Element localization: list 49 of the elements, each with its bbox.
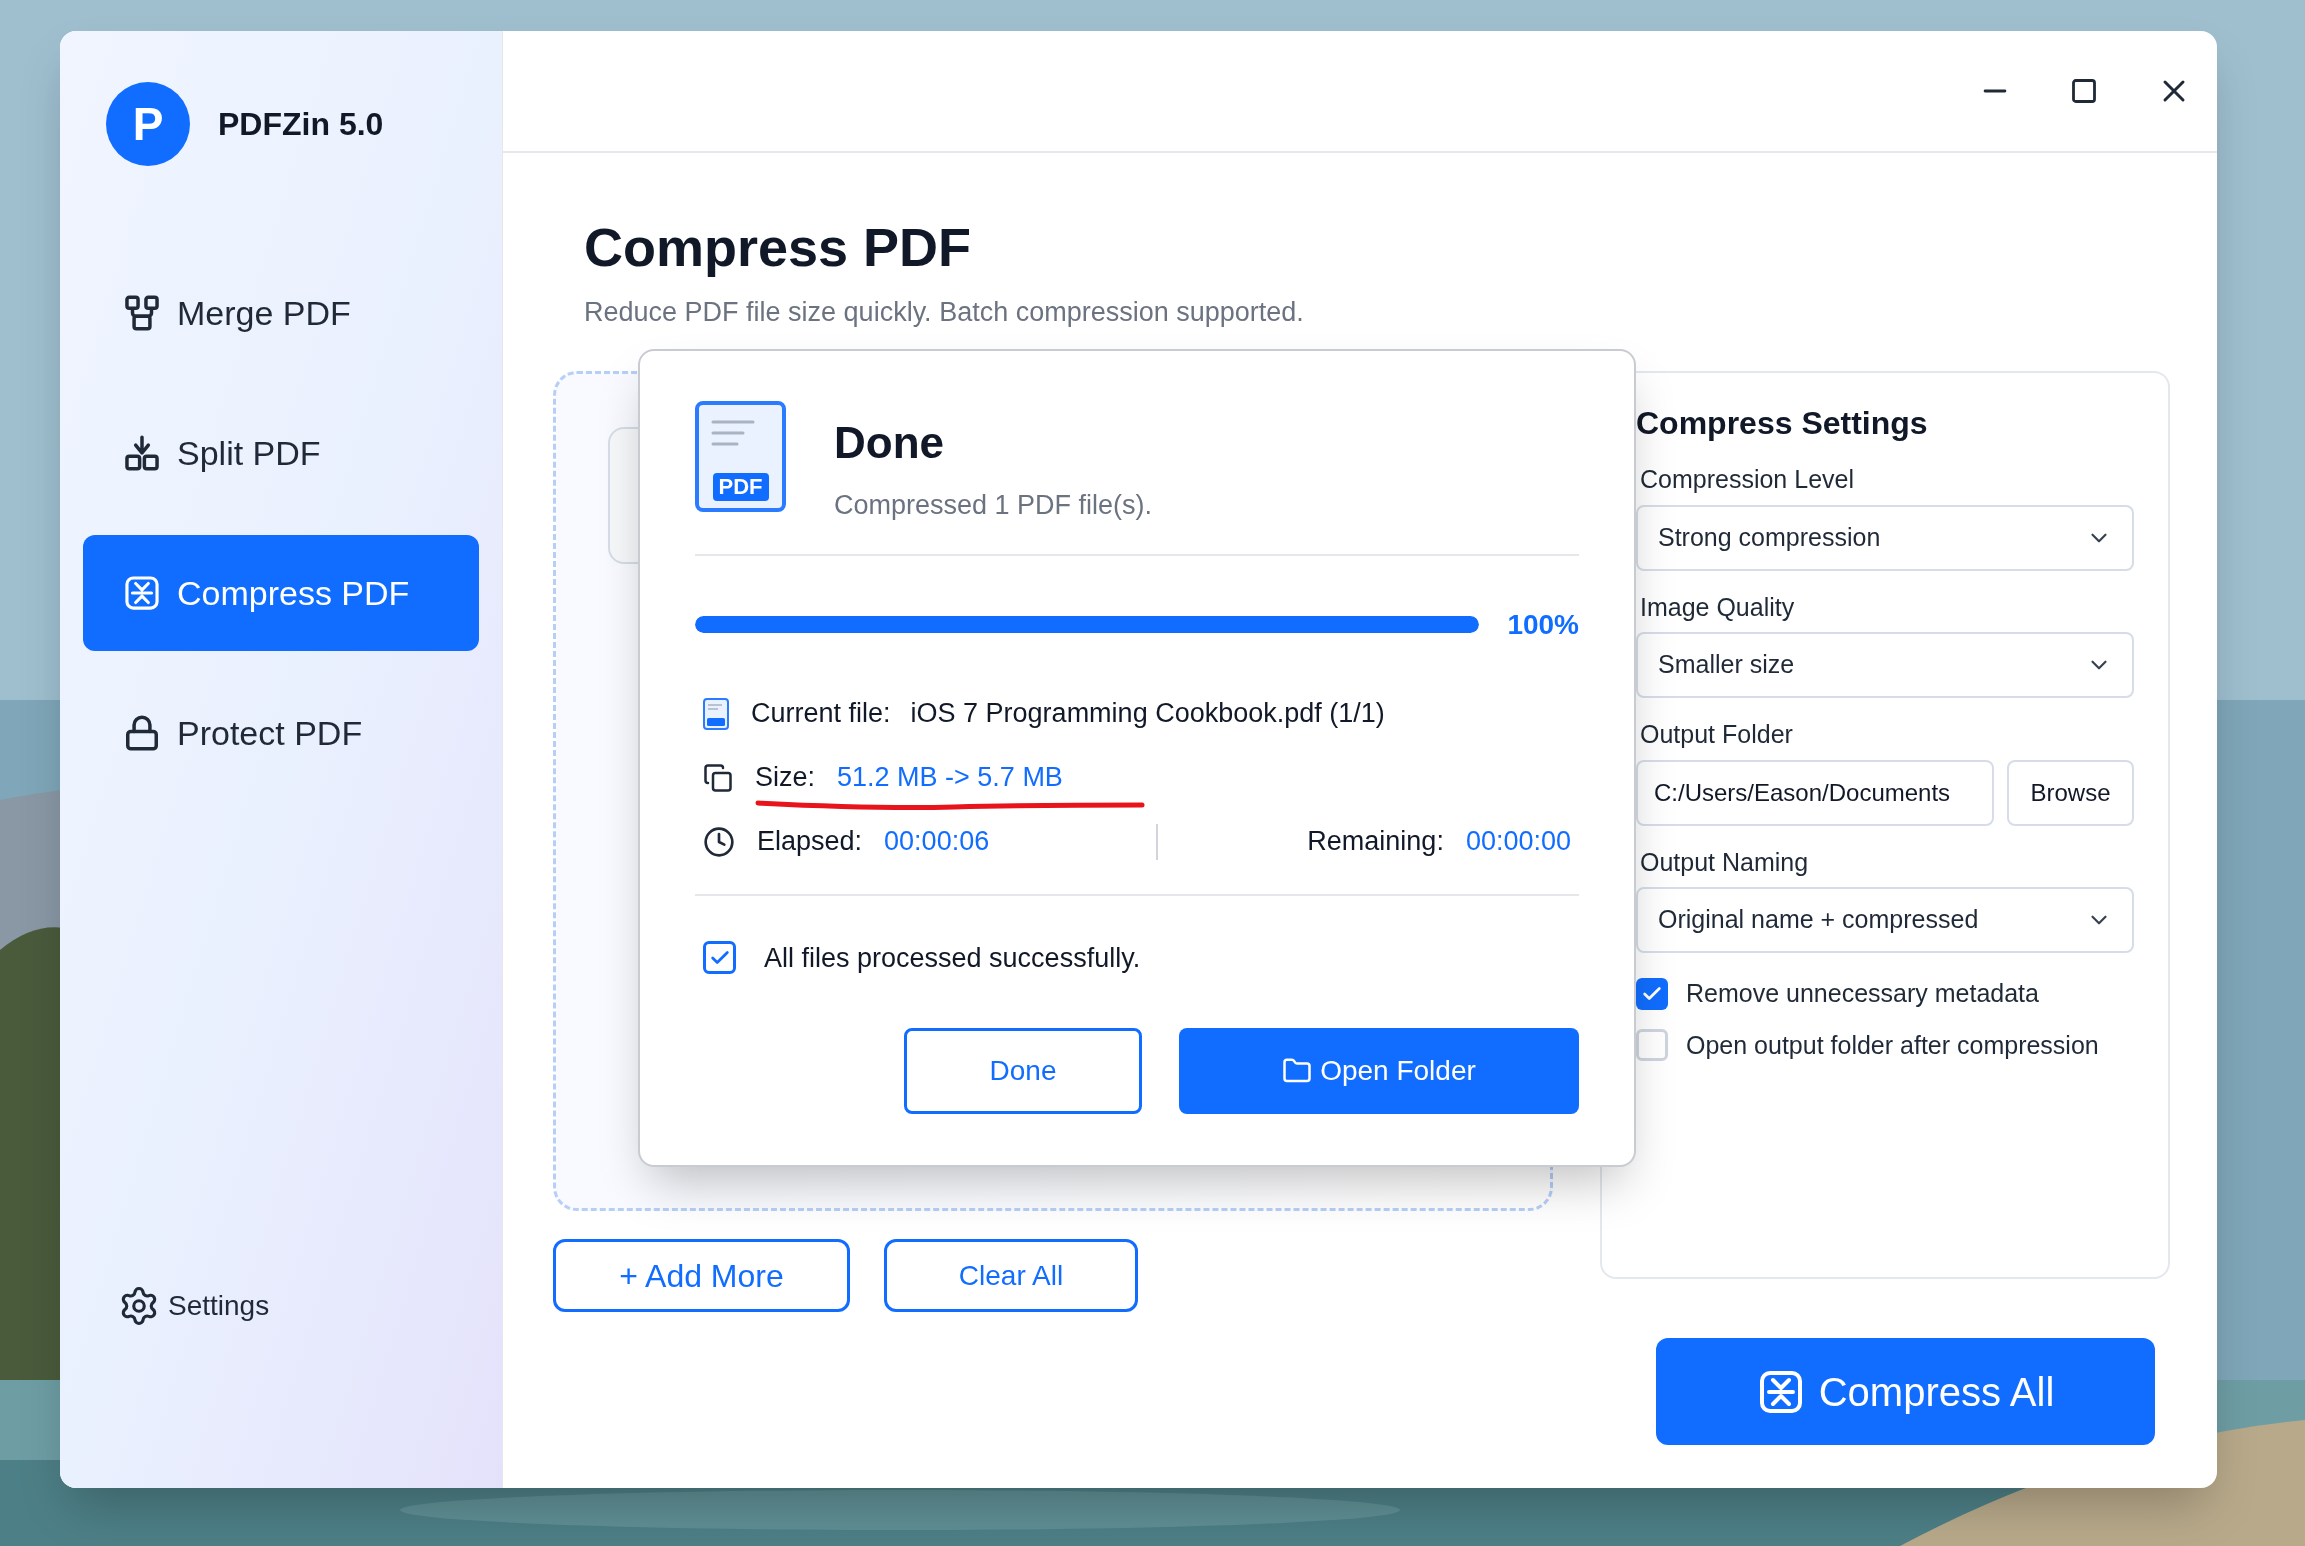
compress-all-button[interactable]: Compress All bbox=[1656, 1338, 2155, 1445]
size-label: Size: bbox=[755, 761, 816, 795]
settings-title: Compress Settings bbox=[1636, 404, 1929, 443]
maximize-icon[interactable] bbox=[2070, 77, 2098, 105]
elapsed-value: 00:00:06 bbox=[884, 825, 990, 859]
option-label: Remove unnecessary metadata bbox=[1686, 978, 2039, 1009]
option-label: Open output folder after compression bbox=[1686, 1029, 2099, 1061]
nav-item[interactable]: Protect PDF bbox=[83, 675, 479, 791]
dropdown[interactable]: Original name + compressed bbox=[1636, 887, 2134, 953]
file-action-button[interactable]: + Add More bbox=[553, 1239, 850, 1312]
page-title: Compress PDF bbox=[584, 216, 973, 279]
field-label: Compression Level bbox=[1640, 464, 1855, 495]
pdf-document-icon: PDF bbox=[695, 401, 786, 512]
size-value: 51.2 MB -> 5.7 MB bbox=[837, 761, 1063, 795]
settings-button[interactable]: Settings bbox=[118, 1285, 502, 1327]
file-action-button[interactable]: Clear All bbox=[884, 1239, 1138, 1312]
app-name: PDFZin 5.0 bbox=[218, 105, 384, 144]
checkbox[interactable] bbox=[1636, 1029, 1668, 1062]
dialog-subtitle: Compressed 1 PDF file(s). bbox=[834, 489, 1153, 522]
pdf-file-icon bbox=[703, 697, 729, 730]
compress-icon bbox=[123, 574, 161, 612]
elapsed-label: Elapsed: bbox=[757, 825, 863, 859]
open-folder-button[interactable]: Open Folder bbox=[1179, 1028, 1579, 1114]
current-file-name: iOS 7 Programming Cookbook.pdf (1/1) bbox=[910, 697, 1385, 731]
page-subtitle: Reduce PDF file size quickly. Batch compression supported. bbox=[584, 296, 1305, 329]
remaining-label: Remaining: bbox=[1307, 825, 1444, 859]
split-icon bbox=[123, 434, 161, 472]
checkbox[interactable] bbox=[1636, 977, 1668, 1010]
dialog-title: Done bbox=[834, 417, 945, 469]
folder-path-field[interactable]: C:/Users/Eason/Documents bbox=[1636, 759, 1994, 826]
remaining-value: 00:00:00 bbox=[1465, 825, 1571, 859]
dropdown[interactable]: Strong compression bbox=[1636, 504, 2134, 571]
merge-icon bbox=[123, 294, 161, 332]
nav-item[interactable]: Merge PDF bbox=[83, 255, 479, 371]
logo-icon: P bbox=[106, 82, 190, 166]
clock-icon bbox=[703, 825, 735, 858]
progress-percent: 100% bbox=[1507, 607, 1579, 642]
nav-item[interactable]: Split PDF bbox=[83, 395, 479, 511]
current-file-label: Current file: bbox=[751, 697, 891, 731]
field-label: Image Quality bbox=[1640, 591, 1796, 623]
field-label: Output Naming bbox=[1640, 846, 1810, 878]
status-message: All files processed successfully. bbox=[764, 941, 1141, 975]
dropdown[interactable]: Smaller size bbox=[1636, 632, 2134, 698]
lock-icon bbox=[123, 714, 161, 752]
field-label: Output Folder bbox=[1640, 719, 1794, 750]
nav-item[interactable]: Compress PDF bbox=[83, 535, 479, 651]
done-button[interactable]: Done bbox=[904, 1028, 1142, 1114]
copy-icon bbox=[703, 762, 733, 793]
browse-button[interactable]: Browse bbox=[2007, 759, 2134, 826]
